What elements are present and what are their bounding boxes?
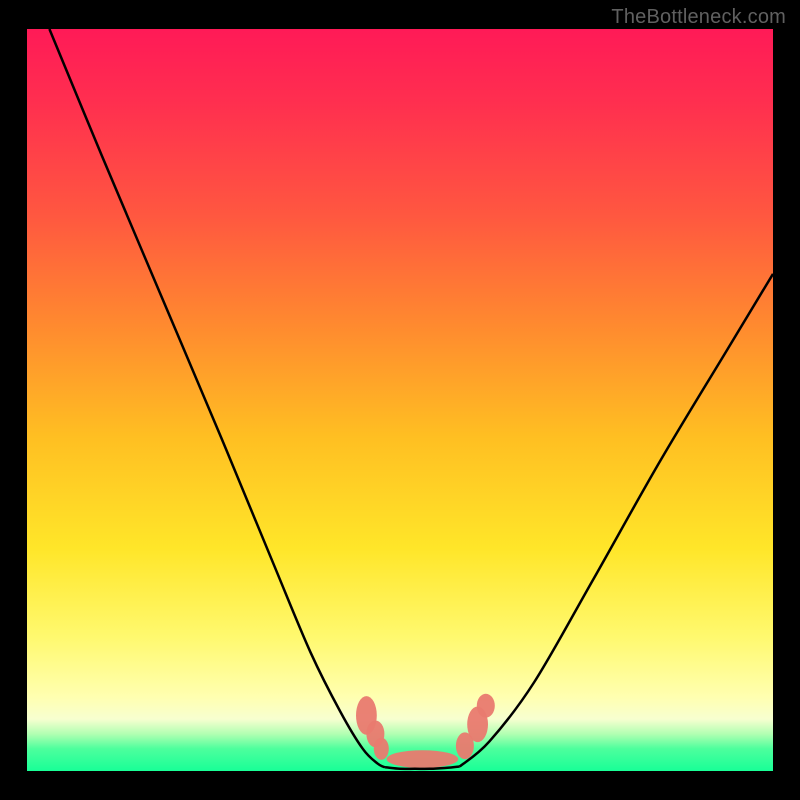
chart-plot-area	[27, 29, 773, 771]
annotation-blob	[374, 738, 389, 760]
chart-svg	[27, 29, 773, 771]
annotation-blob	[387, 750, 459, 768]
chart-frame: TheBottleneck.com	[0, 0, 800, 800]
watermark-text: TheBottleneck.com	[611, 6, 786, 29]
annotation-blob	[477, 694, 495, 718]
left-curve	[49, 29, 385, 767]
right-curve	[460, 274, 773, 767]
